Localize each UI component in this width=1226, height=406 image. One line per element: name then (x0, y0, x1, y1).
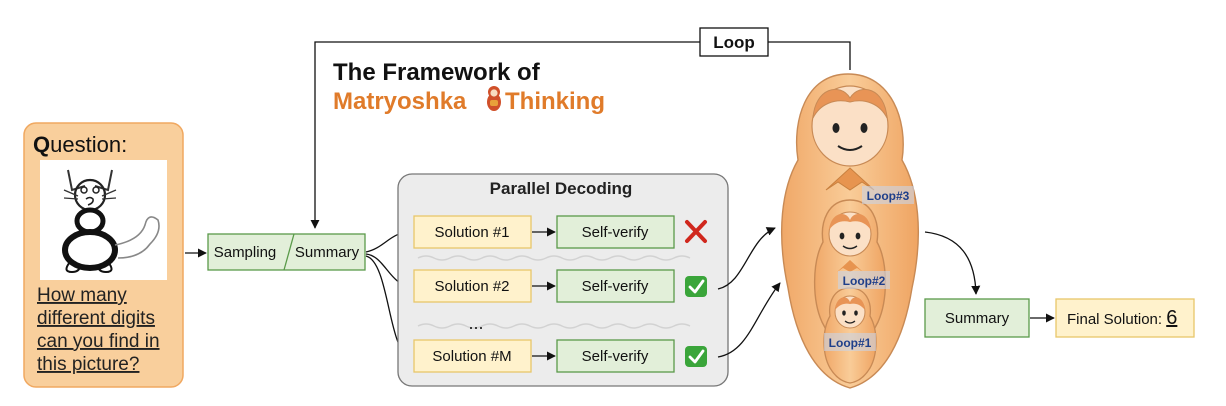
question-line-2: different digits (37, 308, 155, 329)
question-line-1: How many (37, 285, 127, 306)
framework-title: The Framework of Matryoshka Thinking (333, 59, 605, 115)
final-solution-value: 6 (1166, 307, 1177, 329)
parallel-decoding-panel: Parallel Decoding ... Solution #1 Self-v… (397, 173, 729, 387)
question-heading-rest: uestion: (50, 132, 127, 157)
question-line-3: can you find in (37, 331, 160, 352)
final-solution-prefix: Final Solution: (1067, 311, 1166, 328)
ellipsis: ... (468, 313, 483, 333)
loop-label: Loop (713, 33, 755, 52)
solution-label: Solution #1 (434, 224, 509, 241)
question-heading: Question: (33, 132, 127, 157)
solution-row-2: Solution #2 Self-verify (413, 269, 707, 303)
solution-label: Solution #2 (434, 278, 509, 295)
summary-label-in-sampling: Summary (295, 244, 360, 261)
question-panel: Question: How many different digits can … (23, 122, 184, 388)
final-solution-box: Final Solution: 6 (1055, 298, 1195, 338)
matryoshka-dolls: Loop#3 Loop#2 Loop#1 (781, 73, 919, 389)
question-line-4: this picture? (37, 354, 139, 375)
solution-row-1: Solution #1 Self-verify (413, 215, 707, 249)
sampling-label: Sampling (214, 244, 277, 261)
doll-label-loop3: Loop#3 (867, 189, 910, 203)
question-heading-q: Q (33, 132, 50, 157)
pass-check-icon (685, 346, 707, 367)
parallel-decoding-title: Parallel Decoding (490, 179, 633, 198)
doll-label-loop1: Loop#1 (829, 336, 872, 350)
verify-label: Self-verify (582, 224, 649, 241)
solution-label: Solution #M (432, 348, 511, 365)
title-matryoshka: Matryoshka (333, 88, 467, 115)
summary-box: Summary (924, 298, 1030, 338)
doll-label-loop2: Loop#2 (843, 274, 886, 288)
verify-label: Self-verify (582, 278, 649, 295)
digit-cat-image (40, 160, 167, 280)
verify-label: Self-verify (582, 348, 649, 365)
final-solution-label: Final Solution: 6 (1067, 307, 1177, 329)
sampling-summary-box: Sampling Summary (207, 233, 366, 271)
matryoshka-small-icon (487, 86, 501, 111)
pass-check-icon (685, 276, 707, 297)
framework-diagram: The Framework of Matryoshka Thinking Loo… (23, 27, 1195, 389)
summary-label: Summary (945, 310, 1010, 327)
arrow-dolls-to-summary (924, 231, 981, 295)
solution-row-m: Solution #M Self-verify (413, 339, 707, 373)
title-line-1: The Framework of (333, 59, 541, 86)
title-thinking: Thinking (505, 88, 605, 115)
